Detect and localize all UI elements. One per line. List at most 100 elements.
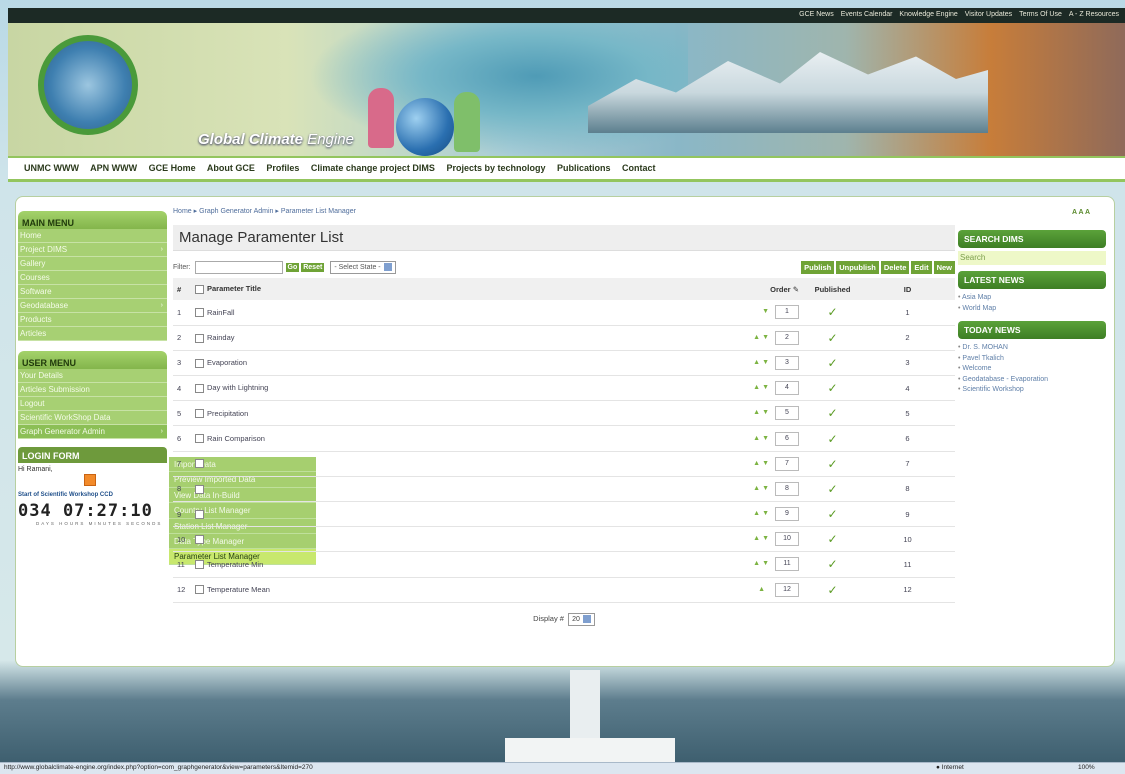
published-check-icon[interactable]: ✓ bbox=[827, 305, 837, 319]
delete-button[interactable]: Delete bbox=[880, 260, 910, 274]
news-link[interactable]: Asia Map bbox=[958, 293, 1106, 304]
order-input[interactable]: 2 bbox=[775, 330, 799, 345]
order-input[interactable]: 6 bbox=[775, 431, 799, 446]
nav-about-gce[interactable]: About GCE bbox=[207, 163, 255, 173]
row-checkbox[interactable] bbox=[195, 358, 204, 368]
row-checkbox[interactable] bbox=[195, 560, 204, 570]
col-id-header[interactable]: ID bbox=[860, 278, 955, 300]
row-checkbox[interactable] bbox=[195, 308, 204, 318]
news-link[interactable]: Pavel Tkalich bbox=[958, 354, 1106, 365]
published-check-icon[interactable]: ✓ bbox=[827, 432, 837, 446]
parameter-title-link[interactable]: Day with Lightning bbox=[207, 383, 268, 392]
published-check-icon[interactable]: ✓ bbox=[827, 507, 837, 521]
published-check-icon[interactable]: ✓ bbox=[827, 331, 837, 345]
edit-button[interactable]: Edit bbox=[911, 260, 932, 274]
parameter-title-link[interactable]: Temperature Mean bbox=[207, 585, 270, 594]
main-menu-software[interactable]: Software bbox=[18, 285, 167, 299]
order-input[interactable]: 5 bbox=[775, 406, 799, 421]
order-input[interactable]: 7 bbox=[775, 456, 799, 471]
parameter-title-link[interactable]: RainFall bbox=[207, 308, 235, 317]
new-button[interactable]: New bbox=[933, 260, 955, 274]
move-up-icon[interactable]: ▲ bbox=[753, 460, 760, 467]
row-checkbox[interactable] bbox=[195, 459, 204, 469]
move-up-icon[interactable] bbox=[758, 308, 760, 315]
breadcrumb-section[interactable]: Graph Generator Admin bbox=[199, 208, 273, 215]
move-down-icon[interactable]: ▼ bbox=[762, 384, 769, 391]
move-up-icon[interactable]: ▲ bbox=[753, 359, 760, 366]
top-link-gce-news[interactable]: GCE News bbox=[799, 11, 834, 18]
nav-contact[interactable]: Contact bbox=[622, 163, 656, 173]
text-size-controls[interactable]: A A A bbox=[1072, 209, 1090, 216]
row-checkbox[interactable] bbox=[195, 333, 204, 343]
top-link-knowledge-engine[interactable]: Knowledge Engine bbox=[899, 11, 957, 18]
user-menu-workshop-data[interactable]: Scientific WorkShop Data bbox=[18, 411, 167, 425]
move-down-icon[interactable]: ▼ bbox=[762, 435, 769, 442]
move-up-icon[interactable]: ▲ bbox=[753, 384, 760, 391]
nav-apn-www[interactable]: APN WWW bbox=[90, 163, 137, 173]
move-down-icon[interactable]: ▼ bbox=[762, 460, 769, 467]
news-link[interactable]: Scientific Workshop bbox=[958, 385, 1106, 396]
order-input[interactable]: 1 bbox=[775, 305, 799, 320]
zoom-level[interactable]: 100% bbox=[1078, 764, 1095, 771]
filter-input[interactable] bbox=[194, 260, 283, 274]
col-title-header[interactable]: Parameter Title bbox=[195, 278, 735, 300]
select-all-checkbox[interactable] bbox=[195, 284, 204, 294]
nav-projects-by-technology[interactable]: Projects by technology bbox=[446, 163, 545, 173]
user-menu-articles-submission[interactable]: Articles Submission bbox=[18, 383, 167, 397]
move-up-icon[interactable]: ▲ bbox=[753, 485, 760, 492]
order-input[interactable]: 9 bbox=[775, 507, 799, 522]
main-menu-home[interactable]: Home bbox=[18, 229, 167, 243]
move-down-icon[interactable]: ▼ bbox=[762, 535, 769, 542]
go-button[interactable]: Go bbox=[285, 262, 300, 272]
move-up-icon[interactable]: ▲ bbox=[758, 586, 765, 593]
top-link-events-calendar[interactable]: Events Calendar bbox=[841, 11, 893, 18]
order-input[interactable]: 4 bbox=[775, 381, 799, 396]
published-check-icon[interactable]: ✓ bbox=[827, 557, 837, 571]
order-input[interactable]: 12 bbox=[775, 582, 799, 597]
move-down-icon[interactable]: ▼ bbox=[762, 409, 769, 416]
main-menu-courses[interactable]: Courses bbox=[18, 271, 167, 285]
move-down-icon[interactable]: ▼ bbox=[762, 510, 769, 517]
move-down-icon[interactable]: ▼ bbox=[762, 560, 769, 567]
move-down-icon[interactable]: ▼ bbox=[762, 485, 769, 492]
col-order-header[interactable]: Order ✎ bbox=[735, 278, 805, 300]
reset-button[interactable]: Reset bbox=[301, 262, 325, 272]
search-input[interactable]: Search bbox=[958, 251, 1106, 265]
order-input[interactable]: 10 bbox=[775, 532, 799, 547]
row-checkbox[interactable] bbox=[195, 535, 204, 545]
main-menu-geodatabase[interactable]: Geodatabase › bbox=[18, 299, 167, 313]
order-input[interactable]: 11 bbox=[775, 557, 799, 572]
news-link[interactable]: Welcome bbox=[958, 364, 1106, 375]
parameter-title-link[interactable]: Evaporation bbox=[207, 358, 247, 367]
parameter-title-link[interactable]: Precipitation bbox=[207, 409, 248, 418]
published-check-icon[interactable]: ✓ bbox=[827, 532, 837, 546]
nav-publications[interactable]: Publications bbox=[557, 163, 611, 173]
main-menu-gallery[interactable]: Gallery bbox=[18, 257, 167, 271]
nav-unmc-www[interactable]: UNMC WWW bbox=[24, 163, 79, 173]
move-up-icon[interactable]: ▲ bbox=[753, 535, 760, 542]
user-menu-your-details[interactable]: Your Details bbox=[18, 369, 167, 383]
state-select[interactable]: - Select State - bbox=[330, 260, 396, 274]
news-link[interactable]: World Map bbox=[958, 304, 1106, 315]
order-input[interactable]: 3 bbox=[775, 355, 799, 370]
display-limit-select[interactable]: 20 bbox=[568, 612, 595, 626]
published-check-icon[interactable]: ✓ bbox=[827, 406, 837, 420]
published-check-icon[interactable]: ✓ bbox=[827, 381, 837, 395]
parameter-title-link[interactable]: Temperature Min bbox=[207, 560, 263, 569]
main-menu-project-dims[interactable]: Project DIMS › bbox=[18, 243, 167, 257]
move-down-icon[interactable]: ▼ bbox=[762, 359, 769, 366]
row-checkbox[interactable] bbox=[195, 484, 204, 494]
parameter-title-link[interactable]: Rain Comparison bbox=[207, 434, 265, 443]
main-menu-products[interactable]: Products bbox=[18, 313, 167, 327]
row-checkbox[interactable] bbox=[195, 409, 204, 419]
top-link-visitor-updates[interactable]: Visitor Updates bbox=[965, 11, 1012, 18]
publish-button[interactable]: Publish bbox=[801, 260, 835, 274]
top-link-a-z-resources[interactable]: A - Z Resources bbox=[1069, 11, 1119, 18]
save-order-icon[interactable]: ✎ bbox=[793, 285, 799, 294]
move-down-icon[interactable]: ▼ bbox=[762, 334, 769, 341]
move-up-icon[interactable]: ▲ bbox=[753, 409, 760, 416]
move-up-icon[interactable]: ▲ bbox=[753, 560, 760, 567]
top-link-terms-of-use[interactable]: Terms Of Use bbox=[1019, 11, 1062, 18]
breadcrumb-home[interactable]: Home bbox=[173, 208, 192, 215]
move-up-icon[interactable]: ▲ bbox=[753, 435, 760, 442]
